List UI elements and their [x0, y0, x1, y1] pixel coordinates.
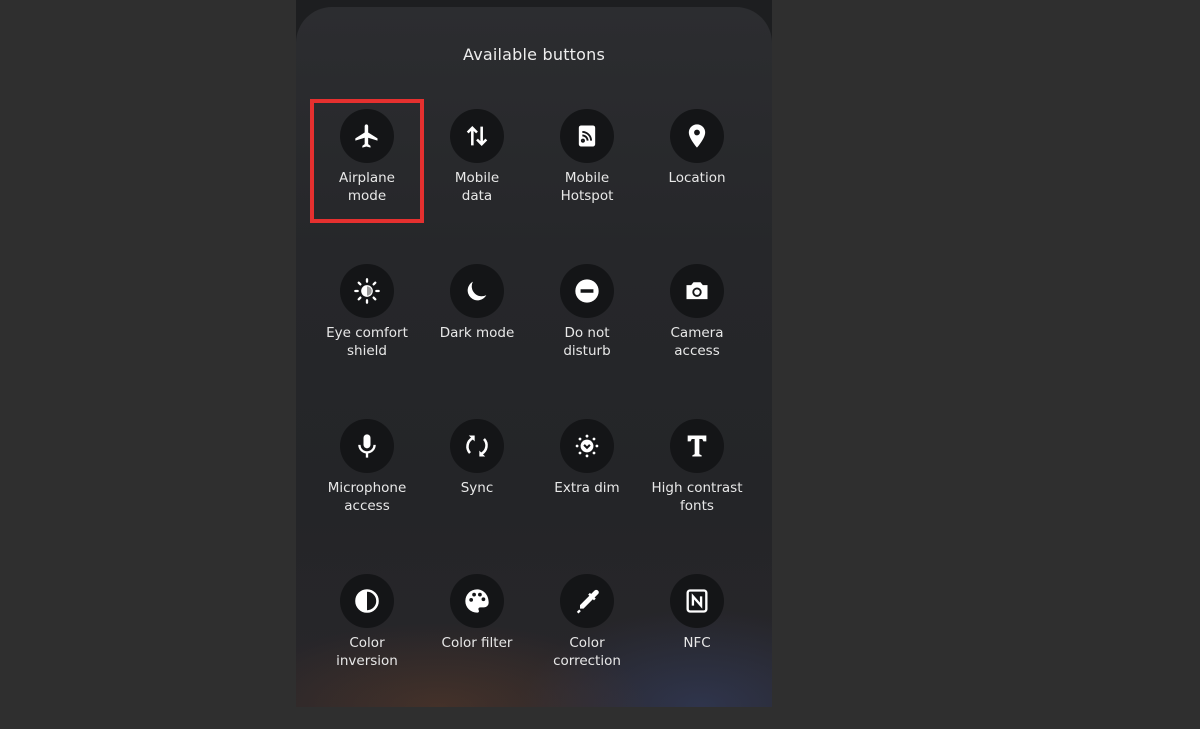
high-contrast-font-icon	[687, 435, 707, 457]
tile-label: Location	[668, 170, 726, 186]
color-inversion-button[interactable]	[340, 574, 394, 628]
extra-dim-icon	[575, 434, 599, 458]
tile-label: Sync	[460, 480, 494, 496]
airplane-icon	[355, 124, 378, 148]
tile-do-not-disturb[interactable]: Do not disturb	[532, 264, 642, 419]
microphone-icon	[358, 434, 376, 458]
sync-button[interactable]	[450, 419, 504, 473]
hotspot-button[interactable]	[560, 109, 614, 163]
tile-microphone-access[interactable]: Microphone access	[312, 419, 422, 574]
tile-color-correction[interactable]: Color correction	[532, 574, 642, 729]
moon-icon	[467, 281, 487, 301]
tile-label: Microphone access	[327, 480, 407, 514]
tile-label: Dark mode	[439, 325, 515, 341]
tile-dark-mode[interactable]: Dark mode	[422, 264, 532, 419]
eye-comfort-button[interactable]	[340, 264, 394, 318]
tile-label: NFC	[683, 635, 711, 651]
tile-camera-access[interactable]: Camera access	[642, 264, 752, 419]
color-inversion-icon	[355, 589, 379, 613]
nfc-button[interactable]	[670, 574, 724, 628]
tile-label: Color correction	[553, 635, 621, 669]
color-filter-button[interactable]	[450, 574, 504, 628]
nfc-icon	[686, 589, 708, 613]
dark-mode-button[interactable]	[450, 264, 504, 318]
tile-color-inversion[interactable]: Color inversion	[312, 574, 422, 729]
tile-extra-dim[interactable]: Extra dim	[532, 419, 642, 574]
sync-icon	[466, 435, 488, 457]
tile-label: Camera access	[670, 325, 724, 359]
microphone-button[interactable]	[340, 419, 394, 473]
buttons-grid: Airplane mode Mobile data Mobile Hotspot	[310, 99, 754, 729]
tile-color-filter[interactable]: Color filter	[422, 574, 532, 729]
available-buttons-panel: Available buttons Airplane mode Mobile d…	[296, 7, 772, 707]
tile-label: Eye comfort shield	[326, 325, 408, 359]
tile-label: Color filter	[441, 635, 513, 651]
location-button[interactable]	[670, 109, 724, 163]
mobile-data-icon	[466, 126, 488, 146]
tile-label: Airplane mode	[339, 170, 395, 204]
color-correction-button[interactable]	[560, 574, 614, 628]
eye-comfort-icon	[354, 278, 380, 304]
location-icon	[688, 124, 706, 148]
tile-label: Extra dim	[554, 480, 620, 496]
tile-label: Do not disturb	[563, 325, 611, 359]
panel-title: Available buttons	[462, 45, 606, 64]
do-not-disturb-icon	[575, 279, 599, 303]
tile-nfc[interactable]: NFC	[642, 574, 752, 729]
extra-dim-button[interactable]	[560, 419, 614, 473]
tile-mobile-hotspot[interactable]: Mobile Hotspot	[532, 109, 642, 264]
high-contrast-button[interactable]	[670, 419, 724, 473]
camera-icon	[686, 282, 708, 300]
tile-mobile-data[interactable]: Mobile data	[422, 109, 532, 264]
tile-eye-comfort-shield[interactable]: Eye comfort shield	[312, 264, 422, 419]
hotspot-icon	[578, 125, 596, 147]
tile-label: Mobile data	[454, 170, 500, 204]
phone-screen: Available buttons Airplane mode Mobile d…	[296, 0, 772, 707]
tile-label: Mobile Hotspot	[560, 170, 614, 204]
eyedropper-icon	[576, 589, 599, 614]
camera-button[interactable]	[670, 264, 724, 318]
palette-icon	[465, 589, 489, 613]
tile-location[interactable]: Location	[642, 109, 752, 264]
airplane-button[interactable]	[340, 109, 394, 163]
dnd-button[interactable]	[560, 264, 614, 318]
mobile-data-button[interactable]	[450, 109, 504, 163]
tile-label: Color inversion	[336, 635, 398, 669]
tile-label: High contrast fonts	[651, 480, 743, 514]
tile-high-contrast-fonts[interactable]: High contrast fonts	[642, 419, 752, 574]
tile-airplane-mode[interactable]: Airplane mode	[310, 99, 424, 264]
tile-sync[interactable]: Sync	[422, 419, 532, 574]
